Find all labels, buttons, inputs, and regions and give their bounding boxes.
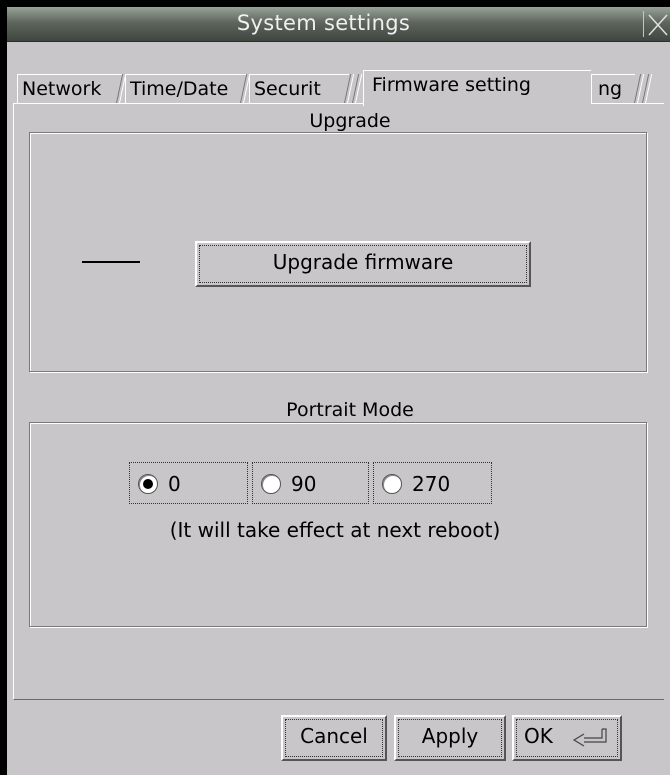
radio-90-control[interactable] bbox=[261, 474, 281, 494]
tab-time-date[interactable]: Time/Date bbox=[125, 74, 247, 104]
upgrade-status-text bbox=[82, 261, 140, 263]
tab-security[interactable]: Securit bbox=[249, 74, 349, 104]
radio-0-label: 0 bbox=[168, 472, 181, 496]
close-button[interactable] bbox=[643, 11, 670, 37]
cancel-button[interactable]: Cancel bbox=[281, 715, 387, 761]
tab-network-label: Network bbox=[22, 78, 102, 100]
apply-button-label: Apply bbox=[421, 724, 479, 748]
window-title: System settings bbox=[236, 11, 411, 35]
title-bar[interactable]: System settings bbox=[7, 7, 670, 42]
close-icon bbox=[648, 14, 668, 36]
apply-button[interactable]: Apply bbox=[394, 715, 506, 761]
enter-icon bbox=[572, 728, 607, 747]
radio-270-control[interactable] bbox=[382, 474, 402, 494]
cancel-button-label: Cancel bbox=[300, 724, 368, 748]
tab-overflow[interactable]: ng bbox=[591, 74, 635, 104]
radio-270-label: 270 bbox=[412, 472, 451, 496]
radio-90-label: 90 bbox=[291, 472, 317, 496]
ok-button[interactable]: OK bbox=[512, 715, 622, 761]
tab-security-label: Securit bbox=[254, 78, 321, 100]
upgrade-group-title: Upgrade bbox=[309, 110, 391, 132]
tab-bar: Network Time/Date Securit Firmware setti… bbox=[17, 70, 663, 106]
radio-0-control[interactable] bbox=[138, 474, 158, 494]
radio-270[interactable]: 270 bbox=[373, 462, 492, 504]
upgrade-firmware-button-label: Upgrade firmware bbox=[272, 250, 454, 274]
tab-overflow-label: ng bbox=[598, 78, 623, 100]
upgrade-firmware-button[interactable]: Upgrade firmware bbox=[195, 241, 531, 287]
tab-firmware-settings-label: Firmware setting bbox=[372, 74, 531, 96]
tab-firmware-settings[interactable]: Firmware setting bbox=[363, 70, 591, 106]
radio-0[interactable]: 0 bbox=[129, 462, 248, 504]
tab-network[interactable]: Network bbox=[17, 74, 123, 104]
radio-90[interactable]: 90 bbox=[252, 462, 369, 504]
reboot-note: (It will take effect at next reboot) bbox=[169, 518, 501, 542]
ok-button-label: OK bbox=[524, 724, 553, 748]
tab-time-date-label: Time/Date bbox=[130, 78, 229, 100]
portrait-group-title: Portrait Mode bbox=[286, 399, 414, 421]
